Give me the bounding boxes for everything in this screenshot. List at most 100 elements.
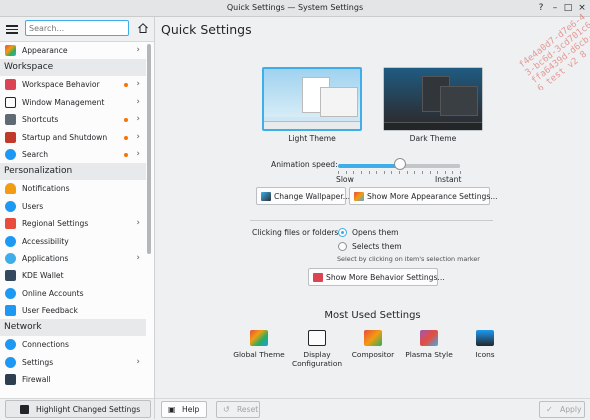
accessibility-icon xyxy=(5,235,16,247)
sidebar-item-accessibility[interactable]: Accessibility xyxy=(0,233,146,250)
slider-tick xyxy=(444,171,446,174)
sidebar-item-online-accounts[interactable]: Online Accounts xyxy=(0,285,146,302)
sidebar-item-regional-settings[interactable]: Regional Settings › xyxy=(0,215,146,232)
selects-them-label[interactable]: Selects them xyxy=(352,242,402,251)
slider-tick xyxy=(399,171,400,174)
sidebar-item-appearance[interactable]: Appearance › xyxy=(0,42,146,60)
home-icon[interactable] xyxy=(137,22,149,34)
sidebar-item-applications[interactable]: Applications › xyxy=(0,250,146,267)
sidebar-item-label: Accessibility xyxy=(22,236,69,246)
sidebar-item-network-settings[interactable]: Settings › xyxy=(0,354,146,371)
separator xyxy=(250,220,493,221)
button-label: Apply xyxy=(560,405,582,414)
chevron-right-icon: › xyxy=(136,114,140,125)
light-theme-preview[interactable] xyxy=(262,67,362,131)
sidebar-item-search[interactable]: Search › xyxy=(0,146,146,163)
sidebar-item-label: Users xyxy=(22,201,44,211)
main-panel: Quick Settings Light Theme Dark Theme An… xyxy=(155,17,590,420)
chevron-right-icon: › xyxy=(136,148,140,159)
most-used-icons[interactable]: Icons xyxy=(453,330,517,359)
most-used-plasma-style[interactable]: Plasma Style xyxy=(397,330,461,359)
sidebar-header xyxy=(0,17,154,42)
sidebar-footer: Highlight Changed Settings xyxy=(0,398,154,420)
sidebar-item-label: Connections xyxy=(22,340,69,350)
sidebar-item-connections[interactable]: Connections xyxy=(0,336,146,353)
main-footer: ▣ Help ↺ Reset ✓ Apply xyxy=(155,398,590,420)
change-wallpaper-button[interactable]: Change Wallpaper... xyxy=(256,187,350,205)
sidebar-item-shortcuts[interactable]: Shortcuts › xyxy=(0,111,146,128)
close-button[interactable]: × xyxy=(576,2,588,14)
hamburger-menu-icon[interactable] xyxy=(6,23,18,35)
highlight-icon xyxy=(20,405,29,414)
dark-theme-label: Dark Theme xyxy=(409,134,457,143)
slider-tick xyxy=(391,171,393,174)
button-label: Help xyxy=(182,405,200,414)
sidebar-item-label: Applications xyxy=(22,253,69,263)
button-label: Show More Behavior Settings... xyxy=(326,273,445,282)
sidebar-item-label: Window Management xyxy=(22,97,105,107)
reset-icon: ↺ xyxy=(223,405,230,414)
sidebar-item-window-management[interactable]: Window Management › xyxy=(0,94,146,111)
search-input[interactable] xyxy=(25,20,129,36)
highlight-changed-settings-button[interactable]: Highlight Changed Settings xyxy=(5,400,151,418)
selection-marker-hint: Select by clicking on item's selection m… xyxy=(337,255,480,263)
dark-theme-preview[interactable] xyxy=(383,67,483,131)
user-feedback-icon xyxy=(5,305,16,317)
show-more-appearance-button[interactable]: Show More Appearance Settings... xyxy=(349,187,498,205)
regional-settings-icon xyxy=(5,218,16,230)
wallpaper-icon xyxy=(261,192,271,201)
sidebar-item-label: User Feedback xyxy=(22,306,78,316)
startup-shutdown-icon xyxy=(5,131,16,143)
chevron-right-icon: › xyxy=(136,96,140,107)
slider-tick xyxy=(421,171,423,174)
selects-them-radio[interactable] xyxy=(338,242,347,251)
sidebar-item-kde-wallet[interactable]: KDE Wallet xyxy=(0,267,146,284)
bell-icon xyxy=(5,183,16,195)
slider-tick xyxy=(452,171,454,174)
sidebar-item-firewall[interactable]: Firewall xyxy=(0,371,146,388)
most-used-compositor[interactable]: Compositor xyxy=(341,330,405,359)
minimize-button[interactable]: – xyxy=(549,2,561,14)
help-button[interactable]: ▣ Help xyxy=(161,401,207,418)
title-bar: Quick Settings — System Settings ? – □ × xyxy=(0,0,590,17)
slider-tick xyxy=(360,171,362,174)
page-title: Quick Settings xyxy=(161,22,252,37)
most-used-display-configuration[interactable]: Display Configuration xyxy=(285,330,349,368)
sidebar-item-label: Workspace Behavior xyxy=(22,80,100,90)
most-used-global-theme[interactable]: Global Theme xyxy=(227,330,291,359)
animation-slider-handle[interactable] xyxy=(394,158,406,170)
changed-indicator xyxy=(124,152,128,157)
slider-tick xyxy=(368,171,370,174)
reset-button[interactable]: ↺ Reset xyxy=(216,401,260,418)
opens-them-label[interactable]: Opens them xyxy=(352,228,399,237)
sidebar-item-notifications[interactable]: Notifications xyxy=(0,180,146,197)
apply-button[interactable]: ✓ Apply xyxy=(539,401,585,418)
sidebar-item-users[interactable]: Users xyxy=(0,198,146,215)
compositor-icon xyxy=(364,330,382,346)
slider-tick xyxy=(383,171,385,174)
help-window-button[interactable]: ? xyxy=(535,2,547,14)
sidebar-item-startup-shutdown[interactable]: Startup and Shutdown › xyxy=(0,129,146,146)
slider-tick xyxy=(406,171,408,174)
sidebar-scrollbar[interactable] xyxy=(147,44,151,254)
category-workspace: Workspace xyxy=(0,59,146,77)
category-network: Network xyxy=(0,319,146,337)
chevron-right-icon: › xyxy=(136,252,140,263)
most-used-label: Global Theme xyxy=(233,350,285,359)
sidebar-item-label: Regional Settings xyxy=(22,219,89,229)
wallet-icon xyxy=(5,270,16,282)
sidebar-item-user-feedback[interactable]: User Feedback xyxy=(0,302,146,319)
maximize-button[interactable]: □ xyxy=(562,2,574,14)
changed-indicator xyxy=(124,118,128,123)
chevron-right-icon: › xyxy=(136,45,140,55)
sidebar-item-workspace-behavior[interactable]: Workspace Behavior › xyxy=(0,76,146,93)
opens-them-radio[interactable] xyxy=(338,228,347,237)
slider-tick xyxy=(429,171,431,174)
most-used-label: Plasma Style xyxy=(405,350,453,359)
display-icon xyxy=(308,330,326,346)
most-used-label: Display Configuration xyxy=(291,350,343,368)
global-theme-icon xyxy=(250,330,268,346)
users-icon xyxy=(5,200,16,212)
show-more-behavior-button[interactable]: Show More Behavior Settings... xyxy=(308,268,445,286)
sidebar-item-label: Online Accounts xyxy=(22,288,84,298)
